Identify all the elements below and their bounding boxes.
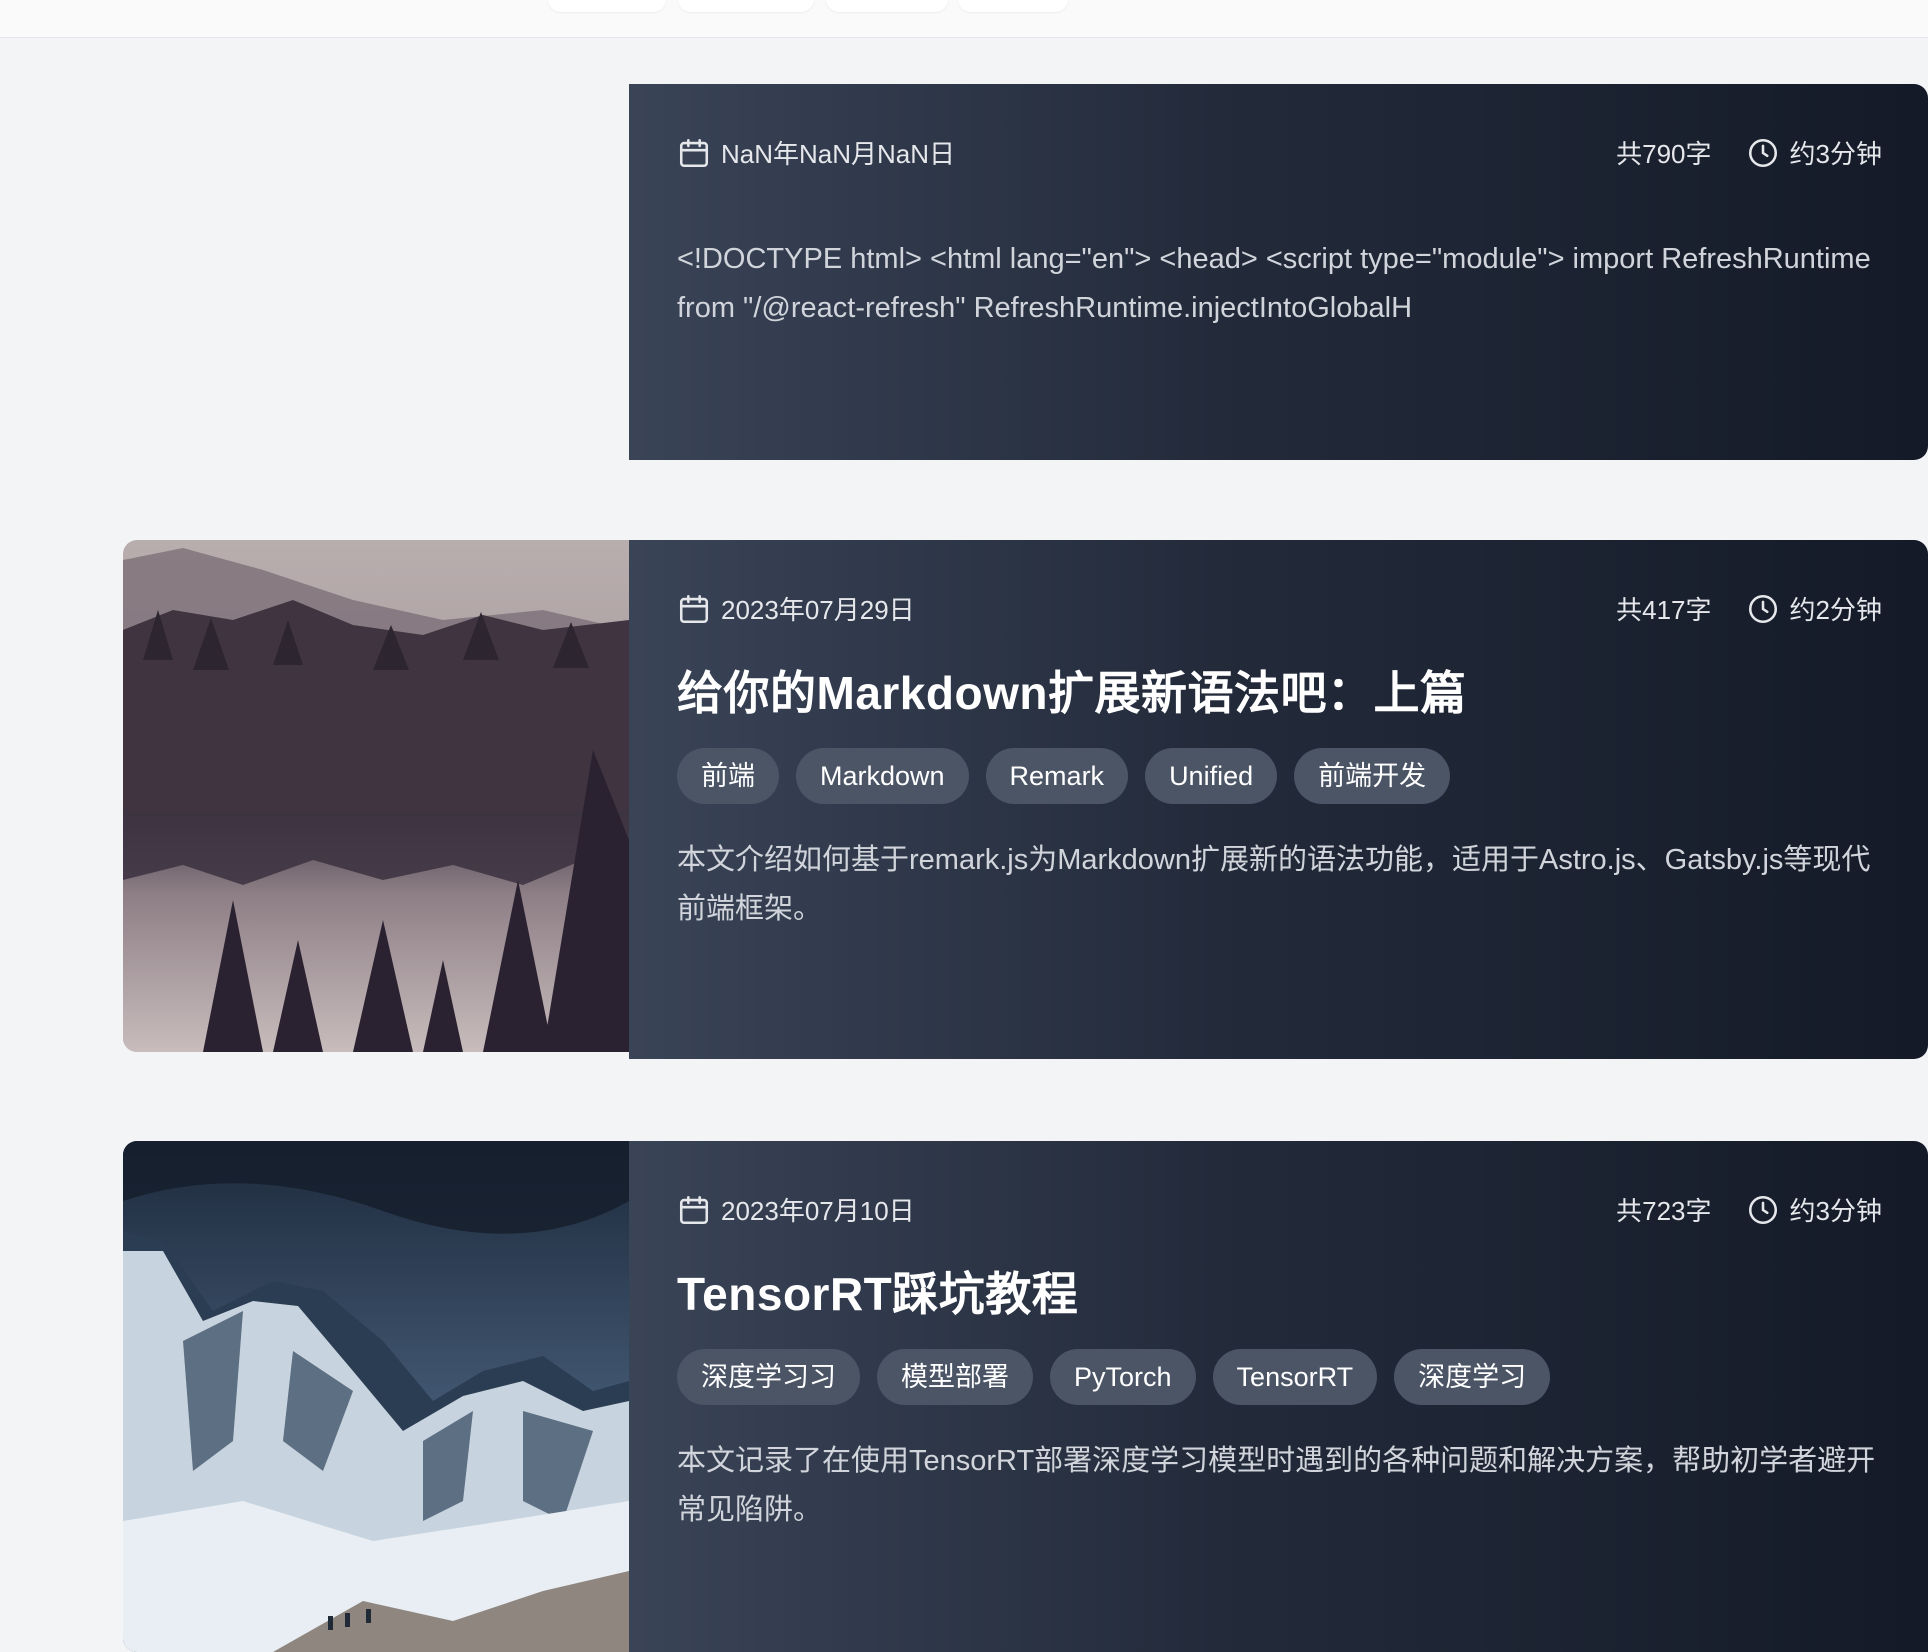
post-date: 2023年07月10日 [677,1191,915,1228]
top-nav-bar [0,0,1928,38]
post-stats: 共417字 约2分钟 [1616,590,1882,627]
post-excerpt: 本文记录了在使用TensorRT部署深度学习模型时遇到的各种问题和解决方案，帮助… [677,1445,1876,1526]
word-count: 共790字 [1616,139,1712,169]
tag-list: 深度学习习 模型部署 PyTorch TensorRT 深度学习 [677,1349,1551,1405]
post-stats: 共790字 约3分钟 [1616,134,1882,171]
read-time: 约3分钟 [1789,1196,1882,1226]
nav-pill[interactable] [548,0,666,12]
tag-chip[interactable]: 深度学习习 [677,1349,860,1405]
clock-icon [1746,1193,1780,1227]
word-count: 共723字 [1616,1196,1712,1226]
calendar-icon [677,592,711,626]
tag-list: 前端 Markdown Remark Unified 前端开发 [677,748,1451,804]
post-card[interactable]: 2023年07月29日 共417字 约2分钟 给你的Markdown扩展新语法吧… [629,540,1928,1059]
clock-icon [1746,592,1780,626]
tag-chip[interactable]: 前端 [677,748,779,804]
tag-chip[interactable]: Remark [985,748,1129,804]
forest-lake-image [123,540,629,1052]
read-time: 约2分钟 [1789,595,1882,625]
snowy-mountains-image [123,1141,629,1652]
calendar-icon [677,1193,711,1227]
tag-chip[interactable]: TensorRT [1212,1349,1378,1405]
tag-chip[interactable]: Unified [1145,748,1278,804]
word-count: 共417字 [1616,595,1712,625]
post-title[interactable]: TensorRT踩坑教程 [677,1258,1078,1324]
nav-pill[interactable] [958,0,1068,12]
calendar-icon [677,136,711,170]
tag-chip[interactable]: Markdown [796,748,969,804]
tag-chip[interactable]: PyTorch [1050,1349,1196,1405]
post-card[interactable]: NaN年NaN月NaN日 共790字 约3分钟 <!DOCTYPE html> … [629,84,1928,460]
nav-pill[interactable] [678,0,814,12]
post-excerpt: 本文介绍如何基于remark.js为Markdown扩展新的语法功能，适用于As… [677,844,1871,925]
post-stats: 共723字 约3分钟 [1616,1191,1882,1228]
post-date-text: NaN年NaN月NaN日 [721,139,956,169]
nav-pill[interactable] [826,0,948,12]
post-date: 2023年07月29日 [677,590,915,627]
post-date: NaN年NaN月NaN日 [677,134,955,171]
post-title[interactable]: 给你的Markdown扩展新语法吧：上篇 [677,657,1466,723]
post-card[interactable]: 2023年07月10日 共723字 约3分钟 TensorRT踩坑教程 深度学习… [629,1141,1928,1652]
tag-chip[interactable]: 前端开发 [1294,748,1451,804]
tag-chip[interactable]: 模型部署 [877,1349,1033,1405]
tag-chip[interactable]: 深度学习 [1394,1349,1551,1405]
post-excerpt: <!DOCTYPE html> <html lang="en"> <head> … [677,243,1871,324]
post-thumbnail[interactable] [123,1141,629,1652]
clock-icon [1746,136,1780,170]
read-time: 约3分钟 [1789,139,1882,169]
post-date-text: 2023年07月29日 [721,595,915,625]
post-date-text: 2023年07月10日 [721,1196,915,1226]
post-thumbnail[interactable] [123,540,629,1052]
